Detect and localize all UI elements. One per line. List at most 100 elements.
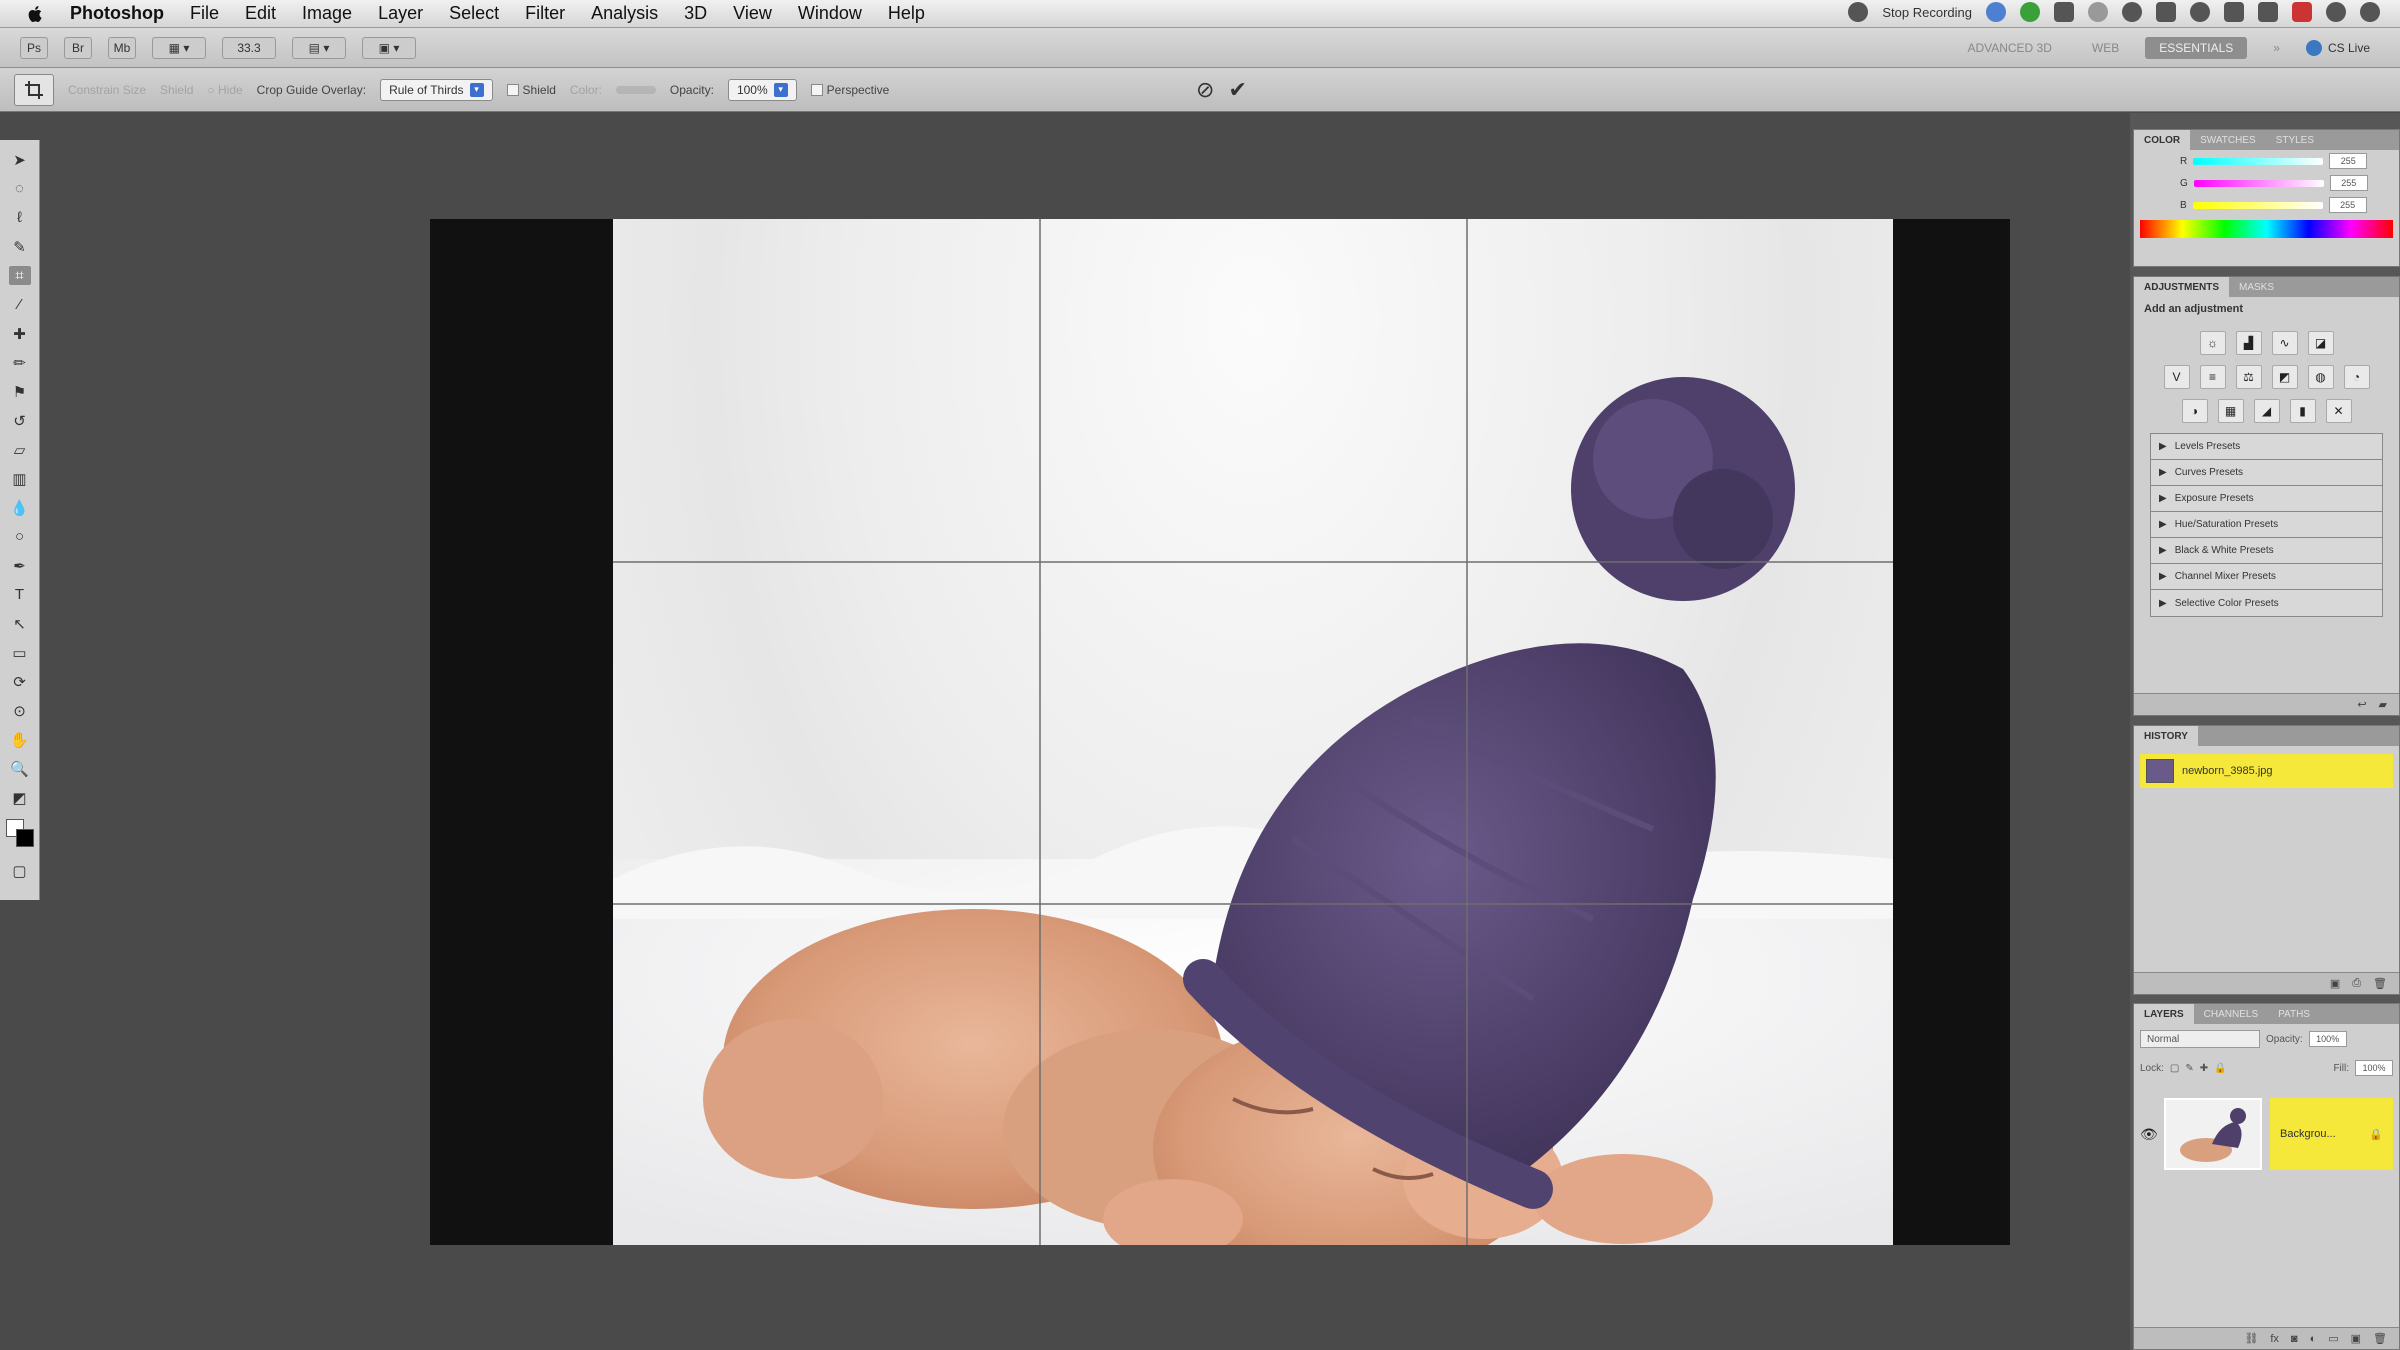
dodge-tool-icon[interactable]: ○: [9, 527, 31, 546]
type-tool-icon[interactable]: T: [9, 585, 31, 604]
link-layers-icon[interactable]: ⛓: [2244, 1332, 2258, 1345]
slider-track[interactable]: [2192, 201, 2323, 209]
levels-icon[interactable]: ▟: [2235, 331, 2262, 355]
return-icon[interactable]: ↩: [2357, 698, 2366, 711]
menu-view[interactable]: View: [733, 3, 772, 24]
eye-icon[interactable]: 👁: [2140, 1126, 2158, 1143]
preset-hue-saturation[interactable]: ▶ Hue/Saturation Presets: [2151, 512, 2382, 538]
perspective-checkbox[interactable]: Perspective: [810, 83, 889, 97]
workspace-web[interactable]: WEB: [2078, 37, 2133, 59]
tab-channels[interactable]: CHANNELS: [2194, 1004, 2268, 1024]
lasso-tool-icon[interactable]: ℓ: [9, 208, 31, 227]
screen-mode-icon[interactable]: ▣ ▾: [362, 36, 416, 59]
tab-paths[interactable]: PATHS: [2268, 1004, 2320, 1024]
preset-black-white[interactable]: ▶ Black & White Presets: [2151, 538, 2382, 564]
menu-layer[interactable]: Layer: [378, 3, 423, 24]
posterize-icon[interactable]: ▦: [2217, 399, 2244, 423]
shape-tool-icon[interactable]: ▭: [9, 643, 31, 662]
shield-checkbox-box[interactable]: [506, 83, 519, 96]
sync-icon[interactable]: [1986, 2, 2006, 22]
trash-icon[interactable]: 🗑: [2373, 977, 2387, 990]
cancel-icon[interactable]: ⊘: [1196, 77, 1214, 103]
workspace-more[interactable]: »: [2259, 37, 2294, 59]
hue-saturation-icon[interactable]: ≡: [2199, 365, 2226, 389]
tab-swatches[interactable]: SWATCHES: [2190, 130, 2266, 150]
color-swatches[interactable]: [4, 817, 36, 851]
minibridge-icon[interactable]: Mb: [108, 36, 136, 59]
fill-value[interactable]: 100%: [2355, 1060, 2393, 1076]
quick-select-tool-icon[interactable]: ✎: [9, 237, 31, 256]
tab-adjustments[interactable]: ADJUSTMENTS: [2134, 277, 2230, 297]
shield-checkbox[interactable]: Shield: [506, 83, 556, 97]
eyedropper-tool-icon[interactable]: ⁄: [9, 295, 31, 314]
layer-style-icon[interactable]: fx: [2270, 1333, 2279, 1345]
threshold-icon[interactable]: ◢: [2253, 399, 2280, 423]
preset-levels[interactable]: ▶ Levels Presets: [2151, 434, 2382, 460]
opacity-select[interactable]: 100% ▾: [727, 78, 797, 101]
history-brush-tool-icon[interactable]: ↺: [9, 411, 31, 430]
selective-color-icon[interactable]: ✕: [2325, 399, 2352, 423]
color-balance-icon[interactable]: ⚖: [2235, 365, 2262, 389]
vibrance-icon[interactable]: V: [2163, 365, 2190, 389]
menu-help[interactable]: Help: [888, 3, 925, 24]
menu-edit[interactable]: Edit: [245, 3, 276, 24]
menu-photoshop[interactable]: Photoshop: [70, 3, 164, 24]
wifi-icon[interactable]: [2326, 2, 2346, 22]
workspace-essentials[interactable]: ESSENTIALS: [2145, 36, 2248, 59]
hand-tool-icon[interactable]: ✋: [9, 730, 31, 749]
curves-icon[interactable]: ∿: [2271, 331, 2298, 355]
lock-pixels-icon[interactable]: ✎: [2185, 1063, 2193, 1074]
channel-value[interactable]: 255: [2329, 175, 2368, 191]
healing-brush-tool-icon[interactable]: ✚: [9, 324, 31, 343]
pen-tool-icon[interactable]: ✒: [9, 556, 31, 575]
zoom-level-select[interactable]: 33.3: [222, 36, 276, 59]
black-white-icon[interactable]: ◩: [2271, 365, 2298, 389]
path-selection-tool-icon[interactable]: ↖: [9, 614, 31, 633]
tool-preset-picker[interactable]: [14, 73, 54, 106]
color-spectrum[interactable]: [2140, 220, 2393, 238]
gradient-tool-icon[interactable]: ▥: [9, 469, 31, 488]
cs-live-button[interactable]: CS Live: [2305, 39, 2370, 56]
brush-tool-icon[interactable]: ✏: [9, 353, 31, 372]
status-green-icon[interactable]: [2020, 2, 2040, 22]
delete-layer-icon[interactable]: 🗑: [2373, 1332, 2387, 1345]
menu-window[interactable]: Window: [798, 3, 862, 24]
slider-track[interactable]: [2193, 157, 2324, 165]
snapshot-icon[interactable]: ⎙: [2352, 977, 2361, 990]
quick-mask-icon[interactable]: ▢: [9, 861, 31, 880]
zoom-tool-icon[interactable]: 🔍: [9, 759, 31, 778]
layer-name-box[interactable]: Backgrou... 🔒: [2270, 1098, 2393, 1170]
folder-icon[interactable]: ▰: [2379, 698, 2387, 711]
color-slider-g[interactable]: G 255: [2134, 172, 2399, 194]
color-slider-b[interactable]: B 255: [2134, 194, 2399, 216]
tab-history[interactable]: HISTORY: [2134, 726, 2198, 746]
layer-mask-icon[interactable]: ◙: [2291, 1333, 2298, 1345]
move-tool-icon[interactable]: ➤: [9, 150, 31, 169]
adjustment-layer-icon[interactable]: ◐: [2310, 1333, 2317, 1345]
preset-channel-mixer[interactable]: ▶ Channel Mixer Presets: [2151, 564, 2382, 590]
gradient-map-icon[interactable]: ▮: [2289, 399, 2316, 423]
blur-tool-icon[interactable]: 💧: [9, 498, 31, 517]
arrange-documents-icon[interactable]: ▤ ▾: [292, 36, 346, 59]
flag-icon[interactable]: [2292, 2, 2312, 22]
lock-all-icon[interactable]: 🔒: [2214, 1063, 2226, 1074]
brightness-icon[interactable]: ☼: [2199, 331, 2226, 355]
timer-icon[interactable]: [2088, 2, 2108, 22]
color-swatch[interactable]: [615, 85, 656, 94]
default-colors-icon[interactable]: ◩: [9, 788, 31, 807]
bluetooth-icon[interactable]: [2156, 2, 2176, 22]
tab-layers[interactable]: LAYERS: [2134, 1004, 2194, 1024]
crop-guide-select[interactable]: Rule of Thirds ▾: [380, 78, 493, 101]
workspace-advanced-3d[interactable]: ADVANCED 3D: [1953, 37, 2065, 59]
channel-value[interactable]: 255: [2329, 153, 2368, 169]
hide-radio[interactable]: ○ Hide: [207, 83, 242, 97]
3d-rotate-tool-icon[interactable]: ⟳: [9, 672, 31, 691]
color-slider-r[interactable]: R 255: [2134, 150, 2399, 172]
battery-icon[interactable]: [2258, 2, 2278, 22]
channel-value[interactable]: 255: [2328, 197, 2367, 213]
preset-curves[interactable]: ▶ Curves Presets: [2151, 460, 2382, 486]
background-color[interactable]: [15, 829, 34, 847]
new-group-icon[interactable]: ▭: [2328, 1332, 2338, 1345]
volume-icon[interactable]: [2224, 2, 2244, 22]
photo-filter-icon[interactable]: ◍: [2307, 365, 2334, 389]
